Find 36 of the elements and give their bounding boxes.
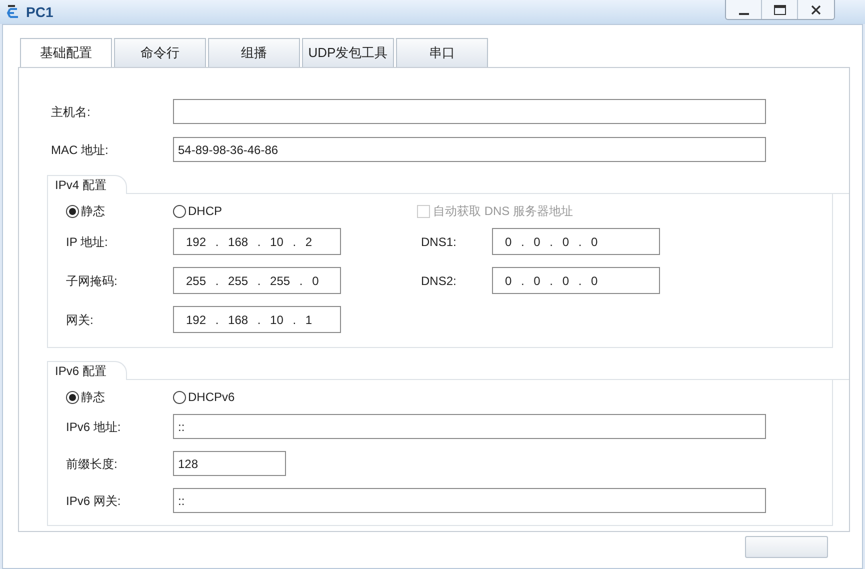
radio-button[interactable]: DHCPv6 bbox=[173, 388, 280, 406]
field-label: IPv6 网关: bbox=[66, 492, 122, 510]
radio-button[interactable]: 静态 bbox=[66, 202, 173, 220]
field-label: 网关: bbox=[66, 312, 94, 328]
window-title: PC1 bbox=[26, 2, 54, 22]
minimize-icon bbox=[738, 13, 748, 15]
input-field[interactable]: 128 bbox=[173, 451, 286, 476]
field-label: IPv6 地址: bbox=[66, 418, 122, 436]
group-title: IPv6 配置 bbox=[47, 361, 128, 380]
field-label: IP 地址: bbox=[66, 234, 109, 250]
input-field[interactable]: 54-89-98-36-46-86 bbox=[173, 137, 766, 162]
maximize-icon bbox=[774, 4, 786, 14]
tab[interactable]: 命令行 bbox=[114, 38, 206, 67]
ip-address-field[interactable]: 0 . 0 . 0 . 0 bbox=[492, 267, 660, 294]
checkbox: 自动获取 DNS 服务器地址 bbox=[417, 202, 574, 220]
input-field[interactable]: :: bbox=[173, 414, 766, 439]
group-title: IPv4 配置 bbox=[47, 175, 128, 194]
tab[interactable]: 组播 bbox=[208, 38, 300, 67]
close-icon bbox=[811, 4, 821, 14]
tab[interactable]: 串口 bbox=[396, 38, 488, 67]
field-label: 前缀长度: bbox=[66, 456, 118, 472]
radio-button[interactable]: 静态 bbox=[66, 388, 173, 406]
ip-address-field[interactable]: 0 . 0 . 0 . 0 bbox=[492, 228, 660, 255]
field-label: MAC 地址: bbox=[50, 142, 110, 158]
tab[interactable]: 基础配置 bbox=[20, 38, 112, 67]
field-label: 子网掩码: bbox=[66, 272, 118, 290]
field-label: 主机名: bbox=[50, 104, 92, 120]
field-label: DNS2: bbox=[421, 272, 458, 290]
ip-address-field[interactable]: 192 . 168 . 10 . 1 bbox=[173, 306, 341, 333]
tab[interactable]: UDP发包工具 bbox=[302, 38, 394, 67]
input-field[interactable] bbox=[173, 99, 766, 124]
input-field[interactable]: :: bbox=[173, 488, 766, 513]
ip-address-field[interactable]: 255 . 255 . 255 . 0 bbox=[173, 267, 341, 294]
field-label: DNS1: bbox=[421, 234, 458, 250]
ip-address-field[interactable]: 192 . 168 . 10 . 2 bbox=[173, 228, 341, 255]
radio-button[interactable]: DHCP bbox=[173, 202, 280, 220]
